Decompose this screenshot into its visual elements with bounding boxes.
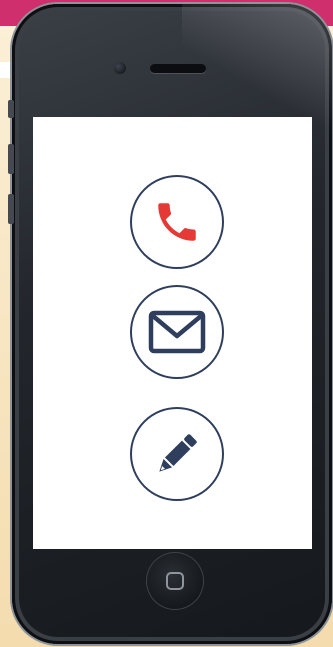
email-button[interactable] (130, 285, 224, 379)
earpiece-speaker (150, 64, 206, 73)
home-square-icon (166, 572, 184, 590)
volume-down-button (8, 194, 14, 224)
mute-switch (8, 100, 14, 118)
edit-button[interactable] (130, 407, 224, 501)
phone-screen (33, 117, 312, 549)
home-button[interactable] (146, 552, 204, 610)
volume-up-button (8, 144, 14, 174)
front-camera (114, 62, 126, 74)
call-button[interactable] (130, 175, 224, 269)
phone-icon (158, 203, 196, 241)
pencil-icon (159, 434, 197, 472)
envelope-icon (148, 310, 206, 354)
smartphone (8, 4, 332, 644)
